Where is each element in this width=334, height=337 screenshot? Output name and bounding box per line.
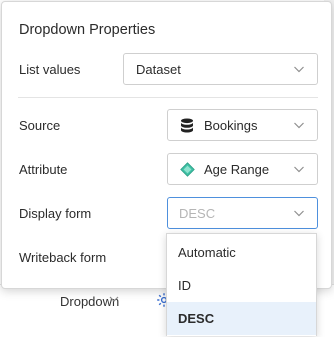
display-form-select[interactable]: DESC [167, 197, 318, 229]
diamond-icon [180, 161, 195, 177]
writeback-form-label: Writeback form [19, 250, 107, 265]
display-form-label: Display form [19, 206, 92, 221]
attribute-label: Attribute [19, 162, 68, 177]
database-icon [181, 118, 193, 132]
menu-option-automatic[interactable]: Automatic [167, 236, 316, 269]
chevron-down-icon[interactable] [108, 293, 120, 305]
panel-title: Dropdown Properties [19, 22, 156, 38]
list-values-select[interactable]: Dataset [123, 53, 318, 85]
source-select[interactable]: Bookings [167, 109, 318, 141]
list-values-value: Dataset [136, 61, 181, 77]
section-divider [18, 97, 318, 98]
display-form-options-menu: Automatic ID DESC [166, 233, 317, 336]
source-value: Bookings [204, 117, 258, 133]
list-values-label: List values [19, 62, 81, 77]
chevron-down-icon [294, 210, 304, 217]
menu-option-id[interactable]: ID [167, 269, 316, 302]
chevron-down-icon [294, 122, 304, 129]
attribute-value: Age Range [204, 161, 270, 177]
chevron-down-icon [294, 166, 304, 173]
menu-option-desc[interactable]: DESC [167, 302, 316, 335]
attribute-select[interactable]: Age Range [167, 153, 318, 185]
chevron-down-icon [294, 66, 304, 73]
display-form-value: DESC [179, 205, 216, 221]
source-label: Source [19, 118, 61, 133]
